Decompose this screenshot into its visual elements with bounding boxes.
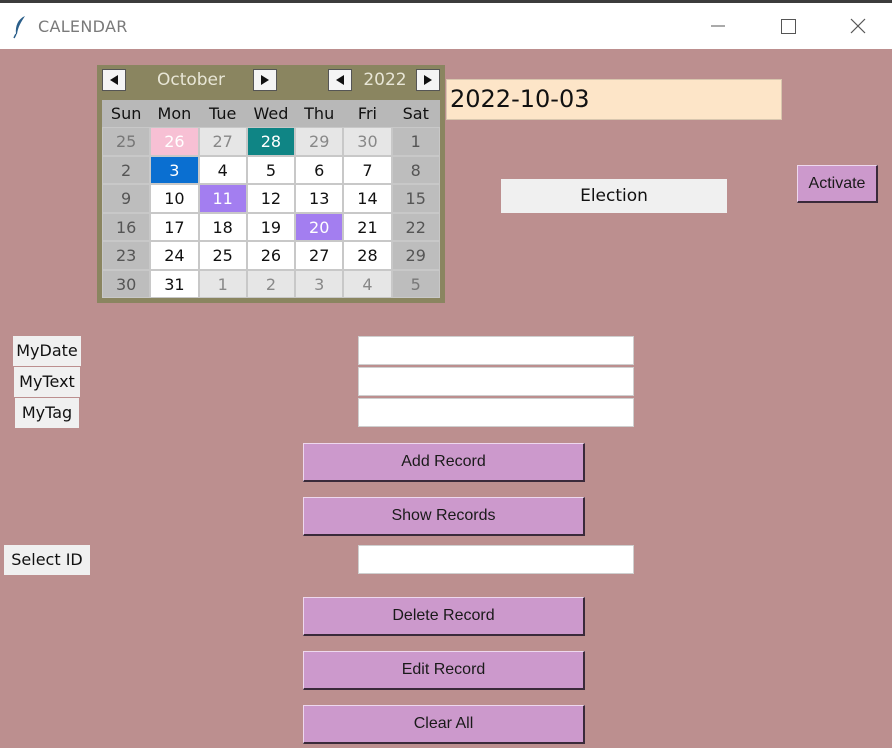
calendar-day[interactable]: 2	[102, 155, 151, 184]
calendar-day[interactable]: 16	[102, 212, 151, 241]
calendar-day[interactable]: 8	[391, 155, 440, 184]
triangle-right-icon	[424, 75, 432, 85]
next-year-button[interactable]	[416, 69, 440, 91]
event-label: Election	[501, 179, 727, 213]
calendar-day[interactable]: 21	[343, 212, 392, 241]
mytag-input[interactable]	[358, 398, 634, 427]
calendar-day[interactable]: 22	[391, 212, 440, 241]
next-month-button[interactable]	[253, 69, 277, 91]
mytext-label: MyText	[14, 367, 80, 397]
calendar-day[interactable]: 23	[102, 241, 151, 270]
calendar-day[interactable]: 5	[246, 155, 296, 184]
maximize-button[interactable]	[753, 3, 823, 49]
calendar-day-selected[interactable]: 3	[150, 155, 199, 184]
calendar-week-row: 23 24 25 26 27 28 29	[102, 241, 440, 270]
calendar-day[interactable]: 30	[343, 127, 392, 156]
calendar-day[interactable]: 30	[102, 269, 151, 298]
calendar-day[interactable]: 4	[343, 269, 392, 298]
calendar-day[interactable]: 25	[102, 127, 151, 156]
mytag-label: MyTag	[15, 398, 79, 428]
calendar-day[interactable]: 17	[150, 212, 199, 241]
calendar-day[interactable]: 14	[343, 184, 392, 213]
clear-all-button[interactable]: Clear All	[303, 705, 585, 744]
year-label: 2022	[363, 70, 407, 90]
calendar-day[interactable]: 26	[150, 127, 199, 156]
calendar-day[interactable]: 29	[391, 241, 440, 270]
weekday-label: Wed	[253, 104, 289, 123]
calendar-grid: Sun Mon Tue Wed Thu Fri Sat 25 26 27 28 …	[102, 100, 440, 298]
calendar-day[interactable]: 28	[343, 241, 392, 270]
calendar-day[interactable]: 26	[246, 241, 296, 270]
calendar-day[interactable]: 2	[246, 269, 296, 298]
calendar-day[interactable]: 1	[391, 127, 440, 156]
feather-icon	[13, 16, 25, 39]
delete-record-button[interactable]: Delete Record	[303, 597, 585, 636]
triangle-left-icon	[110, 75, 118, 85]
selected-date-display: 2022-10-03	[446, 79, 782, 120]
weekday-label: Tue	[209, 104, 237, 123]
prev-year-button[interactable]	[328, 69, 352, 91]
calendar-day[interactable]: 4	[198, 155, 247, 184]
calendar-day[interactable]: 27	[198, 127, 247, 156]
calendar-day[interactable]: 9	[102, 184, 151, 213]
close-icon	[850, 18, 866, 34]
weekday-label: Fri	[357, 104, 377, 123]
calendar-day[interactable]: 12	[246, 184, 296, 213]
calendar-day[interactable]: 25	[198, 241, 247, 270]
calendar-week-row: 25 26 27 28 29 30 1	[102, 127, 440, 156]
weekday-label: Thu	[304, 104, 335, 123]
select-id-label: Select ID	[4, 545, 90, 575]
mytext-input[interactable]	[358, 367, 634, 396]
close-button[interactable]	[823, 3, 892, 49]
calendar-day[interactable]: 20	[295, 212, 344, 241]
window-title: CALENDAR	[38, 17, 128, 36]
calendar-day[interactable]: 7	[343, 155, 392, 184]
calendar-widget: October 2022 Sun Mon Tue Wed Thu Fri Sat	[97, 65, 445, 303]
weekday-header-row: Sun Mon Tue Wed Thu Fri Sat	[102, 100, 440, 127]
title-bar[interactable]: CALENDAR	[0, 3, 892, 49]
calendar-week-row: 16 17 18 19 20 21 22	[102, 212, 440, 241]
calendar-day[interactable]: 29	[295, 127, 344, 156]
calendar-day[interactable]: 18	[198, 212, 247, 241]
calendar-week-row: 30 31 1 2 3 4 5	[102, 269, 440, 298]
calendar-day[interactable]: 28	[246, 127, 296, 156]
month-label: October	[156, 70, 226, 90]
calendar-week-row: 2 3 4 5 6 7 8	[102, 155, 440, 184]
minimize-button[interactable]	[683, 3, 753, 49]
calendar-week-row: 9 10 11 12 13 14 15	[102, 184, 440, 213]
select-id-input[interactable]	[358, 545, 634, 574]
calendar-day[interactable]: 3	[295, 269, 344, 298]
calendar-day[interactable]: 5	[391, 269, 440, 298]
weekday-label: Sun	[110, 104, 142, 123]
calendar-day[interactable]: 19	[246, 212, 296, 241]
weekday-label: Mon	[157, 104, 192, 123]
minimize-icon	[711, 25, 725, 27]
calendar-header: October 2022	[97, 65, 445, 97]
calendar-day[interactable]: 27	[295, 241, 344, 270]
calendar-day[interactable]: 31	[150, 269, 199, 298]
edit-record-button[interactable]: Edit Record	[303, 651, 585, 690]
maximize-icon	[780, 18, 796, 34]
triangle-right-icon	[261, 75, 269, 85]
calendar-day[interactable]: 6	[295, 155, 344, 184]
calendar-day[interactable]: 13	[295, 184, 344, 213]
calendar-day[interactable]: 24	[150, 241, 199, 270]
show-records-button[interactable]: Show Records	[303, 497, 585, 536]
add-record-button[interactable]: Add Record	[303, 443, 585, 482]
mydate-label: MyDate	[13, 336, 81, 366]
weekday-label: Sat	[402, 104, 429, 123]
prev-month-button[interactable]	[102, 69, 126, 91]
triangle-left-icon	[336, 75, 344, 85]
calendar-day[interactable]: 15	[391, 184, 440, 213]
calendar-day[interactable]: 11	[198, 184, 247, 213]
main-window: October 2022 Sun Mon Tue Wed Thu Fri Sat	[0, 49, 892, 748]
calendar-day[interactable]: 10	[150, 184, 199, 213]
activate-button[interactable]: Activate	[797, 165, 878, 203]
calendar-day[interactable]: 1	[198, 269, 247, 298]
mydate-input[interactable]	[358, 336, 634, 365]
